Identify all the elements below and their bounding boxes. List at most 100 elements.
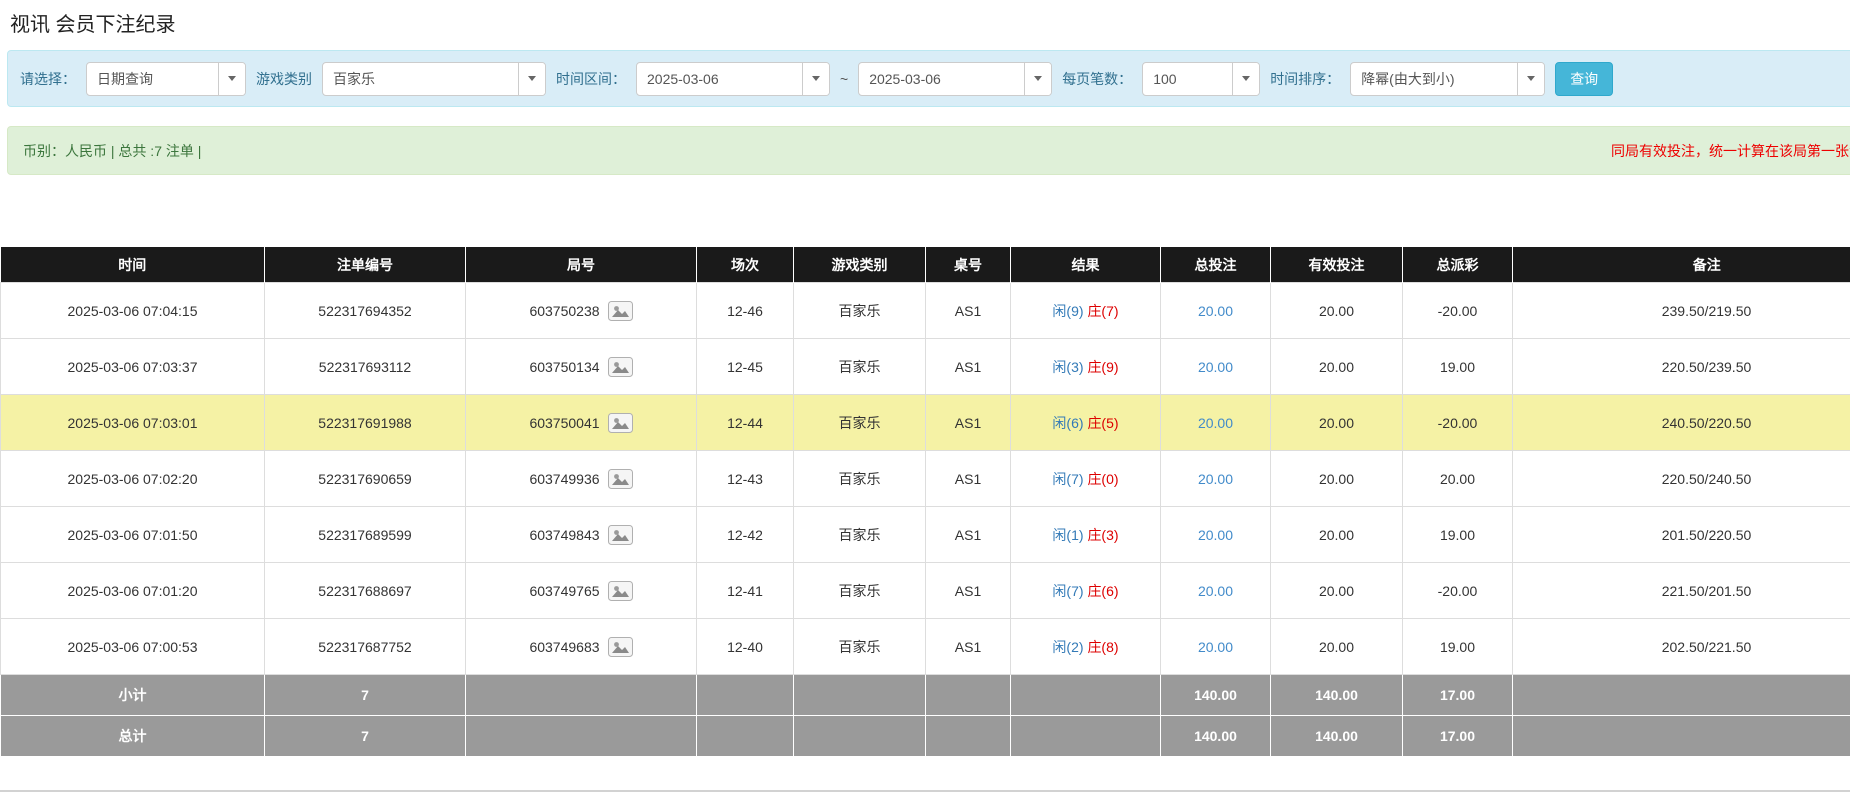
total-bet-link[interactable]: 20.00 [1198,415,1233,431]
round-number: 603749765 [529,583,599,599]
result-banker: 庄(7) [1087,303,1118,319]
total-bet-cell: 20.00 [1161,619,1271,675]
round-detail-icon[interactable] [608,637,633,657]
total-bet-cell: 20.00 [1161,563,1271,619]
valid-bet-cell: 20.00 [1271,283,1403,339]
result-player: 闲(2) [1052,639,1083,655]
round-detail-icon[interactable] [608,525,633,545]
total-bet-link[interactable]: 20.00 [1198,639,1233,655]
subtotal-time-cell: 小计 [1,675,265,716]
sort-order-label: 时间排序： [1270,69,1340,89]
table-body: 2025-03-06 07:04:15522317694352603750238… [1,283,1850,675]
date-from-value: 2025-03-06 [637,71,802,87]
query-type-value: 日期查询 [87,69,218,89]
total-bet-link[interactable]: 20.00 [1198,471,1233,487]
remark-cell: 220.50/239.50 [1513,339,1850,395]
table-row: 2025-03-06 07:03:37522317693112603750134… [1,339,1850,395]
remark-cell: 220.50/240.50 [1513,451,1850,507]
result-player: 闲(7) [1052,471,1083,487]
total-bet-link[interactable]: 20.00 [1198,303,1233,319]
date-to-select[interactable]: 2025-03-06 [858,62,1052,96]
time-cell: 2025-03-06 07:03:01 [1,395,265,451]
range-separator: ~ [840,71,848,87]
result-player: 闲(3) [1052,359,1083,375]
payout-cell: -20.00 [1403,395,1513,451]
result-banker: 庄(5) [1087,415,1118,431]
table-row: 2025-03-06 07:01:20522317688697603749765… [1,563,1850,619]
search-button[interactable]: 查询 [1555,62,1613,96]
date-from-select[interactable]: 2025-03-06 [636,62,830,96]
subtotal-bet-id-cell: 7 [265,675,466,716]
chevron-down-icon [1024,63,1051,95]
table-no-cell: AS1 [926,339,1011,395]
header-table-no: 桌号 [926,247,1011,283]
table-no-cell: AS1 [926,451,1011,507]
subtotal-table-no-cell [926,675,1011,716]
valid-bet-cell: 20.00 [1271,451,1403,507]
table-row: 2025-03-06 07:00:53522317687752603749683… [1,619,1850,675]
session-cell: 12-46 [697,283,794,339]
time-cell: 2025-03-06 07:03:37 [1,339,265,395]
game-type-cell: 百家乐 [794,619,926,675]
total-row: 总计7140.00140.0017.00 [1,716,1850,757]
filter-bar: 请选择： 日期查询 游戏类别 百家乐 时间区间： 2025-03-06 ~ 20… [7,50,1850,107]
round-detail-icon[interactable] [608,469,633,489]
session-cell: 12-42 [697,507,794,563]
total-game-type-cell [794,716,926,757]
sort-order-select[interactable]: 降幂(由大到小) [1350,62,1545,96]
round-number: 603749936 [529,471,599,487]
round-detail-icon[interactable] [608,581,633,601]
round-detail-icon[interactable] [608,301,633,321]
total-bet-link[interactable]: 20.00 [1198,527,1233,543]
result-banker: 庄(0) [1087,471,1118,487]
round-number: 603750041 [529,415,599,431]
result-cell: 闲(7) 庄(6) [1011,563,1161,619]
table-no-cell: AS1 [926,395,1011,451]
total-remark-cell [1513,716,1850,757]
query-type-select[interactable]: 日期查询 [86,62,246,96]
bet-table: 时间注单编号局号场次游戏类别桌号结果总投注有效投注总派彩备注 2025-03-0… [0,247,1850,757]
total-bet-cell: 20.00 [1161,339,1271,395]
total-bet-link[interactable]: 20.00 [1198,583,1233,599]
chevron-down-icon [802,63,829,95]
valid-bet-notice: 同局有效投注，统一计算在该局第一张注单 [1611,141,1850,161]
total-bet-cell: 20.00 [1161,451,1271,507]
subtotal-round-cell [466,675,697,716]
table-row: 2025-03-06 07:02:20522317690659603749936… [1,451,1850,507]
result-player: 闲(6) [1052,415,1083,431]
game-type-value: 百家乐 [323,69,518,89]
bet-id-cell: 522317693112 [265,339,466,395]
subtotal-valid-bet-cell: 140.00 [1271,675,1403,716]
session-cell: 12-41 [697,563,794,619]
game-type-select[interactable]: 百家乐 [322,62,546,96]
total-round-cell [466,716,697,757]
round-cell: 603750041 [466,395,697,451]
per-page-value: 100 [1143,71,1232,87]
per-page-select[interactable]: 100 [1142,62,1260,96]
header-time: 时间 [1,247,265,283]
round-number: 603749843 [529,527,599,543]
remark-cell: 201.50/220.50 [1513,507,1850,563]
header-session: 场次 [697,247,794,283]
round-detail-icon[interactable] [608,413,633,433]
header-round: 局号 [466,247,697,283]
total-bet-cell: 20.00 [1161,395,1271,451]
round-detail-icon[interactable] [608,357,633,377]
bet-id-cell: 522317690659 [265,451,466,507]
session-cell: 12-40 [697,619,794,675]
session-cell: 12-45 [697,339,794,395]
round-cell: 603749843 [466,507,697,563]
table-row: 2025-03-06 07:03:01522317691988603750041… [1,395,1850,451]
total-bet-link[interactable]: 20.00 [1198,359,1233,375]
total-bet-cell: 20.00 [1161,283,1271,339]
header-payout: 总派彩 [1403,247,1513,283]
sort-order-value: 降幂(由大到小) [1351,69,1517,89]
total-table-no-cell [926,716,1011,757]
game-type-cell: 百家乐 [794,339,926,395]
session-cell: 12-43 [697,451,794,507]
total-payout-cell: 17.00 [1403,716,1513,757]
round-cell: 603749683 [466,619,697,675]
round-cell: 603750134 [466,339,697,395]
time-cell: 2025-03-06 07:01:20 [1,563,265,619]
result-banker: 庄(3) [1087,527,1118,543]
